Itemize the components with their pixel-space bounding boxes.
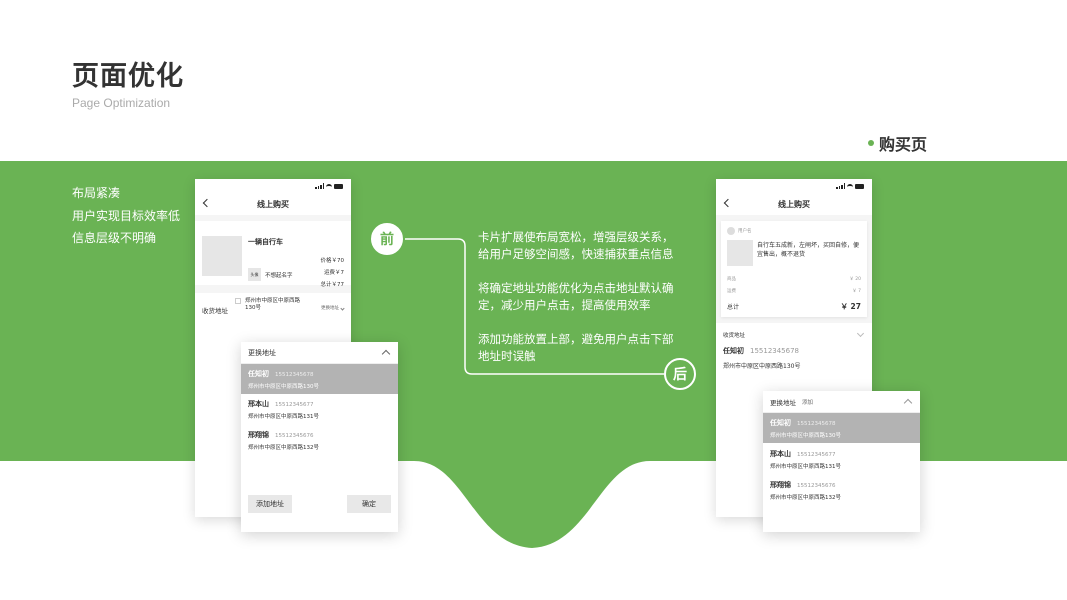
shipping-row: 运费 ￥ 7 (727, 289, 861, 294)
username: 用户名 (738, 229, 752, 234)
address-item-name: 任知初 15512345678 (770, 419, 836, 427)
address-list-item[interactable]: 邢本山 15512345677 郑州市中原区中原西路131号 (763, 443, 920, 474)
note-3: 添加功能放置上部，避免用户点击下部地址时误触 (478, 332, 674, 363)
add-address-link[interactable]: 添加 (802, 398, 813, 406)
address-name: 任知初 15512345678 (723, 347, 799, 355)
card-wrapper: 用户名 自行车五成新，左闸坏，买回自修，便宜售出，概不退货 商品 ￥ 20 运费 ￥… (716, 215, 872, 323)
order-card: 用户名 自行车五成新，左闸坏，买回自修，便宜售出，概不退货 商品 ￥ 20 运费 ￥… (721, 221, 867, 317)
total-row: 总计 ￥ 27 (727, 302, 861, 311)
note-1: 卡片扩展使布局宽松，增强层级关系，给用户足够空间感，快速捕获重点信息 (478, 230, 674, 261)
address-item-name: 邢翔锦 15512345676 (770, 481, 836, 489)
product-description: 自行车五成新，左闸坏，买回自修，便宜售出，概不退货 (757, 242, 860, 258)
address-list-item[interactable]: 邢翔锦 15512345676 郑州市中原区中原西路132号 (763, 474, 920, 505)
popup-title: 更换地址 (770, 399, 796, 407)
signal-icon (836, 183, 845, 189)
address-list-item[interactable]: 任知初 15512345678 郑州市中原区中原西路130号 (763, 413, 920, 443)
battery-icon (855, 183, 864, 189)
back-arrow-icon[interactable] (723, 198, 733, 208)
wifi-icon (847, 183, 853, 189)
nav-bar: 线上购买 (716, 193, 872, 215)
popup-header: 更换地址 添加 (763, 391, 920, 413)
address-item-address: 郑州市中原区中原西路131号 (770, 464, 841, 470)
address-item-address: 郑州市中原区中原西路130号 (770, 433, 841, 439)
address-section[interactable]: 收货地址 任知初 15512345678 郑州市中原区中原西路130号 (716, 323, 872, 383)
address-item-name: 邢本山 15512345677 (770, 450, 836, 458)
address-label: 收货地址 (723, 333, 746, 339)
status-bar (716, 179, 872, 193)
avatar (727, 227, 735, 235)
product-image (727, 240, 753, 266)
chevron-down-icon[interactable] (856, 329, 865, 338)
note-2: 将确定地址功能优化为点击地址默认确定，减少用户点击，提高使用效率 (478, 281, 674, 312)
goods-row: 商品 ￥ 20 (727, 277, 861, 282)
nav-title: 线上购买 (778, 199, 810, 209)
address-value: 郑州市中原区中原西路130号 (723, 363, 801, 370)
chevron-up-icon[interactable] (903, 398, 913, 408)
after-address-popup: 更换地址 添加 任知初 15512345678 郑州市中原区中原西路130号 邢本… (763, 391, 920, 532)
address-item-address: 郑州市中原区中原西路132号 (770, 495, 841, 501)
before-badge: 前 (371, 223, 403, 255)
